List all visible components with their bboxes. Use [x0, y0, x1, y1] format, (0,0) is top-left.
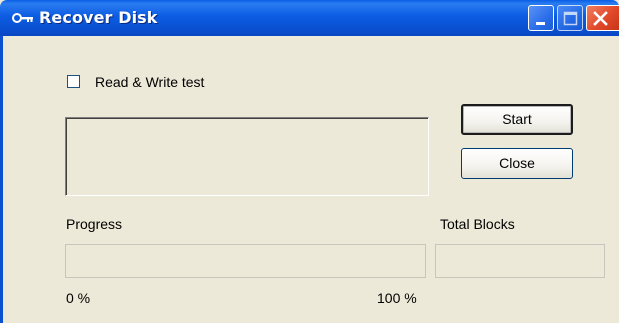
maximize-icon: [563, 11, 578, 26]
maximize-button[interactable]: [557, 5, 583, 31]
window-frame-left: [0, 36, 3, 323]
start-button[interactable]: Start: [461, 104, 573, 135]
read-write-test-checkbox[interactable]: [67, 75, 80, 88]
minimize-icon: [536, 22, 545, 25]
recover-disk-window: Recover Disk Read & Write test Start Clo…: [0, 0, 619, 323]
read-write-test-label[interactable]: Read & Write test: [95, 74, 204, 90]
close-button[interactable]: Close: [461, 148, 573, 179]
close-window-button[interactable]: [586, 5, 619, 31]
progress-min-label: 0 %: [66, 290, 91, 306]
title-bar[interactable]: Recover Disk: [0, 0, 619, 36]
progress-bar: [65, 244, 426, 278]
progress-label: Progress: [66, 216, 123, 232]
minimize-button[interactable]: [528, 5, 554, 31]
total-blocks-label: Total Blocks: [440, 216, 515, 232]
total-blocks-field: [435, 244, 605, 278]
key-icon: [12, 10, 34, 26]
progress-max-label: 100 %: [377, 290, 417, 306]
close-icon: [593, 11, 608, 26]
status-list-box[interactable]: [65, 117, 429, 196]
window-title: Recover Disk: [39, 8, 158, 27]
